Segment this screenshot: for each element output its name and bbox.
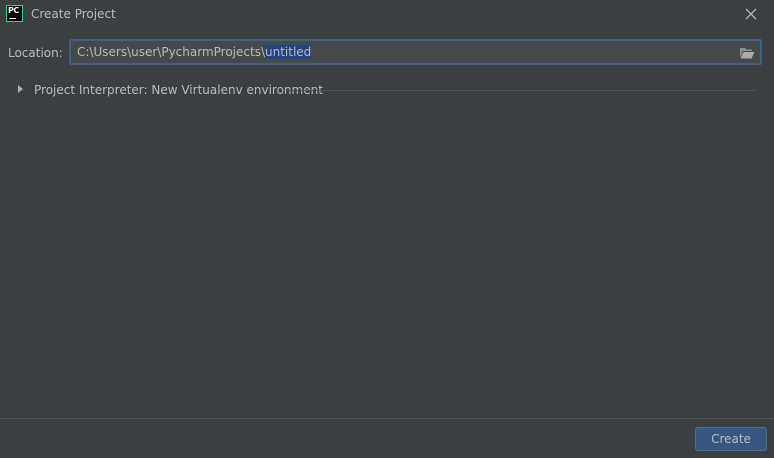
- create-project-dialog: PC Create Project Location: C:\Users\use…: [0, 0, 774, 458]
- create-button[interactable]: Create: [695, 427, 767, 451]
- project-interpreter-expander[interactable]: Project Interpreter: New Virtualenv envi…: [18, 82, 758, 98]
- pycharm-logo-icon: PC: [6, 5, 23, 22]
- footer-divider: [0, 418, 774, 419]
- location-path-prefix: C:\Users\user\PycharmProjects\: [77, 45, 265, 59]
- section-divider: [287, 90, 757, 91]
- app-icon-underline: [9, 18, 16, 19]
- close-icon: [745, 8, 757, 20]
- project-interpreter-label: Project Interpreter: New Virtualenv envi…: [34, 83, 323, 97]
- location-input-text[interactable]: C:\Users\user\PycharmProjects\untitled: [77, 44, 312, 60]
- location-label: Location:: [8, 46, 63, 60]
- folder-open-icon: [740, 48, 755, 59]
- title-bar: PC Create Project: [0, 0, 774, 28]
- app-icon-text: PC: [8, 6, 19, 15]
- dialog-title: Create Project: [31, 7, 116, 21]
- browse-folder-button[interactable]: [739, 45, 755, 59]
- location-path-selected: untitled: [265, 45, 312, 59]
- location-input[interactable]: C:\Users\user\PycharmProjects\untitled: [69, 39, 762, 65]
- close-button[interactable]: [742, 5, 760, 23]
- triangle-right-icon: [18, 85, 23, 93]
